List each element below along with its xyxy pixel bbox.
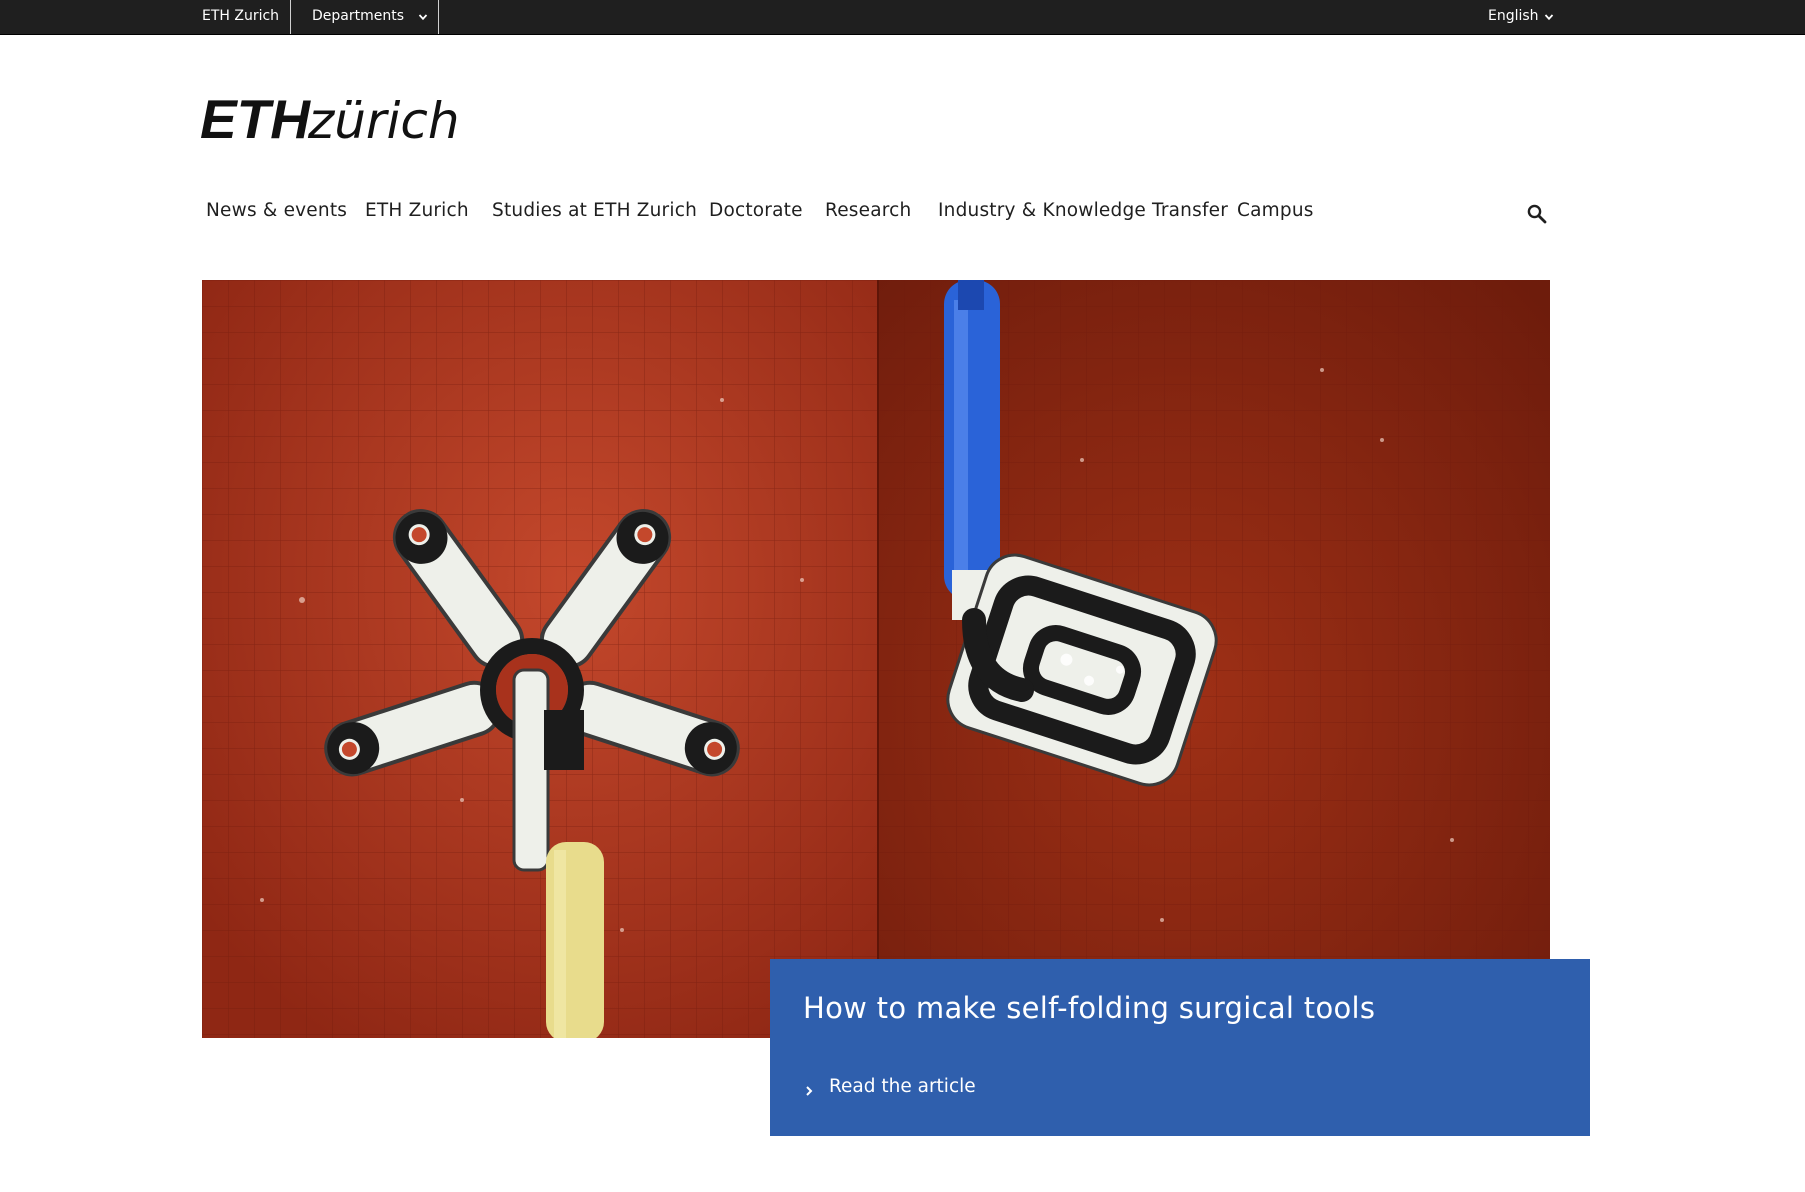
read-article-link[interactable]: Read the article — [803, 1075, 976, 1099]
top-bar: ETH Zurich Departments English — [0, 0, 1805, 35]
nav-item-campus[interactable]: Campus — [1237, 200, 1314, 221]
chevron-down-icon — [1544, 12, 1554, 22]
chevron-right-icon — [803, 1080, 815, 1096]
nav-item-news-events[interactable]: News & events — [206, 200, 347, 221]
svg-text:zürich: zürich — [307, 92, 460, 146]
topbar-divider — [438, 0, 439, 34]
svg-text:ETH: ETH — [200, 88, 311, 146]
topbar-home-link[interactable]: ETH Zurich — [202, 0, 290, 34]
eth-zurich-logo[interactable]: ETH zürich — [200, 86, 460, 146]
nav-item-research[interactable]: Research — [825, 200, 911, 221]
departments-dropdown[interactable]: Departments — [291, 0, 438, 34]
topbar-home-label: ETH Zurich — [202, 8, 280, 24]
search-icon[interactable] — [1526, 203, 1548, 225]
nav-item-doctorate[interactable]: Doctorate — [709, 200, 803, 221]
language-dropdown[interactable]: English — [1488, 0, 1588, 34]
nav-item-industry-knowledge-transfer[interactable]: Industry & Knowledge Transfer — [938, 200, 1228, 221]
language-label: English — [1488, 8, 1539, 24]
nav-item-eth-zurich[interactable]: ETH Zurich — [365, 200, 469, 221]
teaser-title[interactable]: How to make self-folding surgical tools — [803, 991, 1375, 1025]
nav-item-studies[interactable]: Studies at ETH Zurich — [492, 200, 697, 221]
read-article-label: Read the article — [829, 1076, 976, 1097]
article-teaser[interactable]: How to make self-folding surgical tools … — [770, 959, 1590, 1136]
chevron-down-icon — [418, 12, 428, 22]
hero-image[interactable] — [202, 280, 1550, 1038]
departments-label: Departments — [312, 8, 405, 24]
